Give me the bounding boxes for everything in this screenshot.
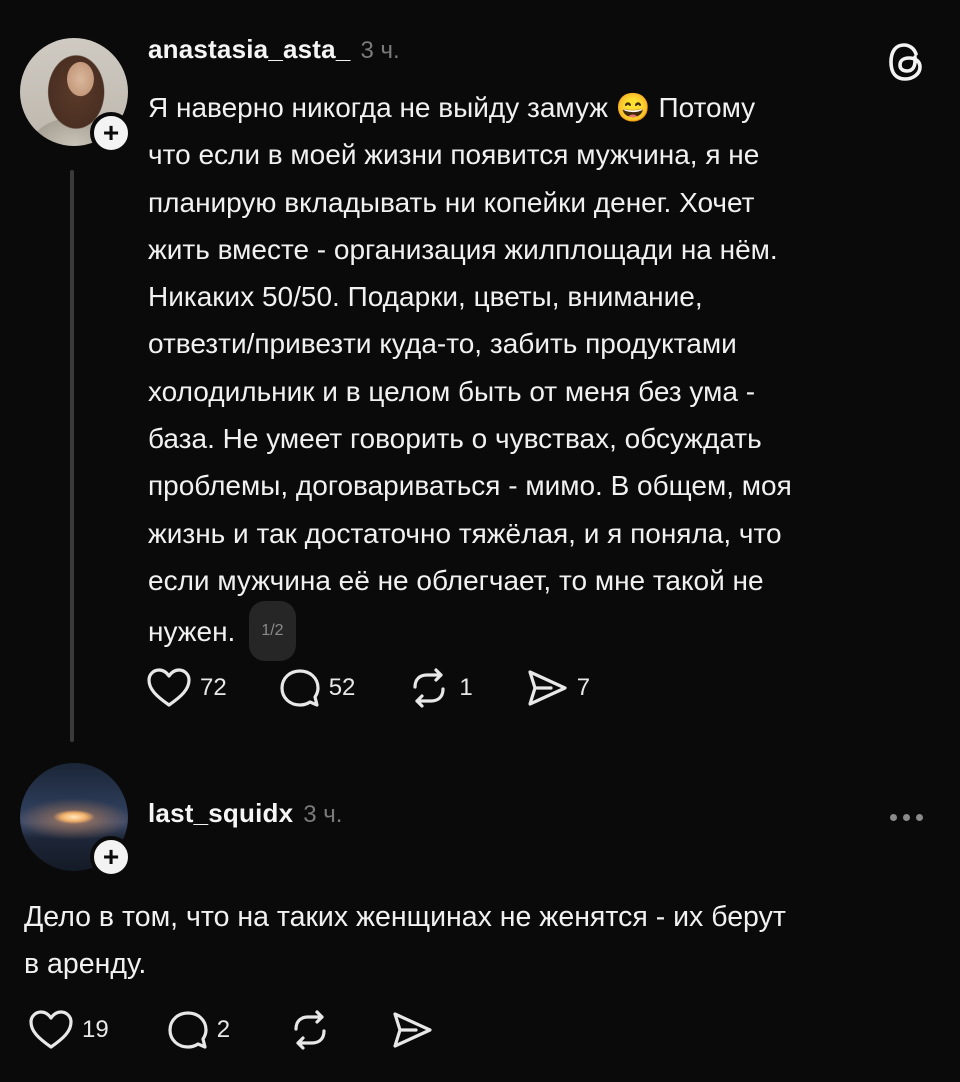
post-body: Я наверно никогда не выйду замуж 😄 Потом… [148, 84, 928, 664]
send-icon [525, 667, 569, 709]
comment-button[interactable]: 52 [279, 667, 356, 709]
comment-count: 52 [328, 674, 356, 701]
heart-icon [146, 667, 192, 709]
repost-count: 1 [459, 674, 473, 701]
heart-icon [28, 1009, 74, 1051]
follow-plus-icon[interactable]: + [90, 836, 132, 878]
threads-logo[interactable] [887, 40, 927, 84]
thread-connector-line [70, 170, 74, 742]
post-header: anastasia_asta_ 3 ч. [148, 34, 400, 65]
page-indicator[interactable]: 1/2 [249, 601, 296, 661]
share-button[interactable]: 7 [525, 667, 590, 709]
follow-plus-icon[interactable]: + [90, 112, 132, 154]
post-time: 3 ч. [360, 37, 400, 64]
like-count: 19 [82, 1016, 109, 1043]
reply-text: Дело в том, что на таких женщинах не жен… [24, 901, 786, 981]
comment-button[interactable]: 2 [167, 1009, 230, 1051]
share-button[interactable] [390, 1009, 434, 1051]
repost-button[interactable] [288, 1009, 332, 1051]
like-count: 72 [200, 674, 227, 701]
post-username[interactable]: anastasia_asta_ [148, 34, 350, 65]
repost-icon [288, 1009, 332, 1051]
reply-actions: 19 2 [28, 1009, 434, 1051]
reply-username[interactable]: last_squidx [148, 798, 293, 829]
post-text: Я наверно никогда не выйду замуж 😄 Потом… [148, 92, 792, 648]
like-button[interactable]: 72 [146, 667, 227, 709]
comment-icon [167, 1009, 209, 1051]
reply-header: last_squidx 3 ч. [148, 798, 342, 829]
share-count: 7 [576, 674, 591, 701]
comment-count: 2 [216, 1016, 231, 1043]
more-icon[interactable] [890, 814, 923, 821]
repost-button[interactable]: 1 [407, 667, 473, 709]
reply-time: 3 ч. [303, 801, 343, 828]
comment-icon [279, 667, 321, 709]
repost-icon [407, 667, 451, 709]
like-button[interactable]: 19 [28, 1009, 109, 1051]
send-icon [390, 1009, 434, 1051]
post-actions: 72 52 1 7 [146, 667, 590, 709]
